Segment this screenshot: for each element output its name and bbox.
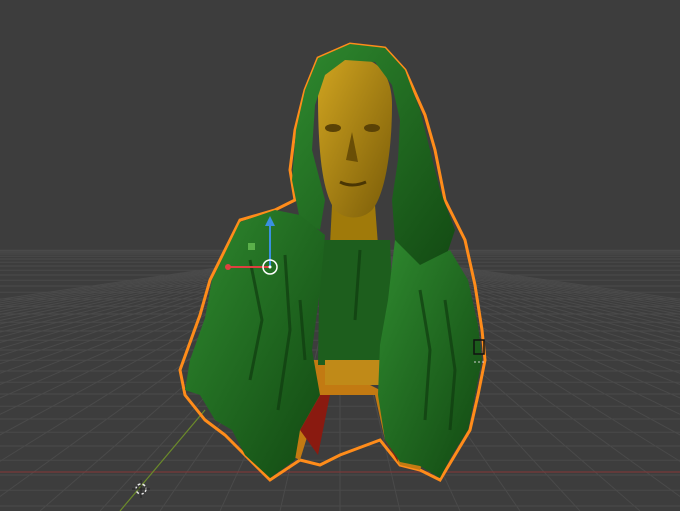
- left-eye: [325, 124, 341, 132]
- belt: [325, 360, 385, 385]
- face: [318, 58, 392, 218]
- right-eye: [364, 124, 380, 132]
- gizmo-x-handle[interactable]: [225, 264, 231, 270]
- gizmo-pivot-dot: [268, 265, 272, 269]
- gizmo-plane-handle[interactable]: [248, 243, 255, 250]
- viewport-canvas[interactable]: [0, 0, 680, 511]
- hooded-figure-mesh[interactable]: [178, 42, 487, 482]
- 3d-viewport[interactable]: [0, 0, 680, 511]
- 3d-cursor-icon[interactable]: [132, 480, 150, 498]
